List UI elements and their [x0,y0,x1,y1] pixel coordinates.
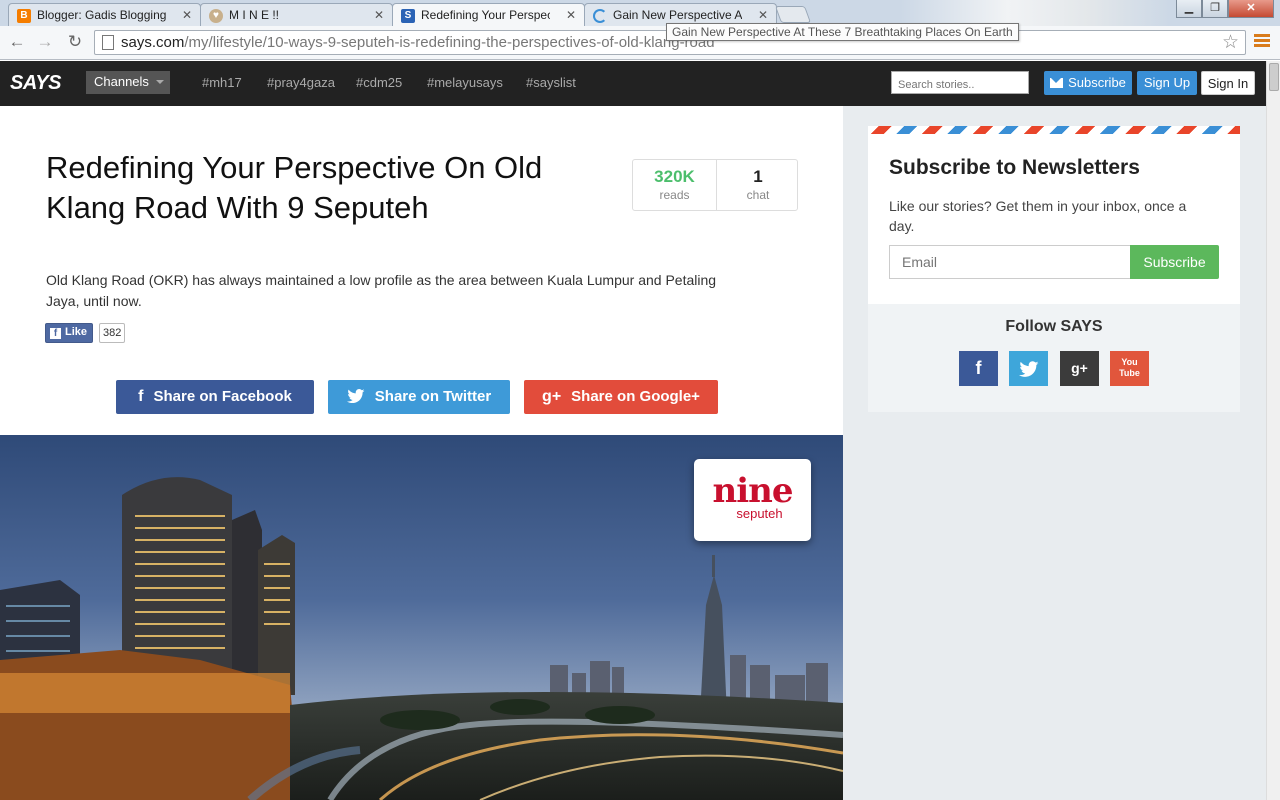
loading-icon [593,9,607,23]
tab-tooltip: Gain New Perspective At These 7 Breathta… [666,23,1019,41]
browser-tab-blogger[interactable]: B Blogger: Gadis Blogging Ge ✕ [8,3,201,26]
channels-label: Channels [94,74,149,89]
share-twitter-button[interactable]: Share on Twitter [328,380,510,414]
envelope-icon [1050,78,1064,88]
facebook-icon: f [50,328,61,339]
facebook-like-widget: f Like 382 [45,323,126,343]
nine-seputeh-logo: nine seputeh [694,459,811,541]
minimize-button[interactable]: ▁ [1176,0,1202,18]
hashtag-link[interactable]: #sayslist [526,75,576,90]
google-plus-icon: g+ [542,388,562,405]
facebook-like-button[interactable]: f Like [45,323,94,343]
reads-label: reads [659,188,690,202]
hashtag-link[interactable]: #melayusays [427,75,503,90]
chat-label: chat [746,188,770,202]
new-tab-button[interactable] [774,6,812,23]
facebook-icon[interactable]: f [959,351,998,386]
bookmark-star-icon[interactable]: ☆ [1222,31,1239,54]
article-title: Redefining Your Perspective On Old Klang… [46,150,543,225]
article-intro: Old Klang Road (OKR) has always maintain… [46,272,717,309]
youtube-icon[interactable]: You Tube [1110,351,1149,386]
chat-stat[interactable]: 1 chat [716,160,799,210]
sidebar: Subscribe to Newsletters Like our storie… [843,106,1266,800]
close-tab-icon[interactable]: ✕ [758,8,768,22]
article: Redefining Your Perspective On Old Klang… [0,106,843,800]
hashtag-link[interactable]: #pray4gaza [267,75,335,90]
scrollbar-thumb[interactable] [1269,63,1279,91]
site-navbar: SAYS Channels #mh17 #pray4gaza #cdm25 #m… [0,61,1266,106]
chat-count: 1 [753,167,763,186]
channels-dropdown[interactable]: Channels [86,71,170,94]
airmail-border [868,126,1240,134]
follow-section: Follow SAYS f g+ You Tube [868,304,1240,412]
share-google-plus-button[interactable]: g+ Share on Google+ [524,380,718,414]
search-input[interactable] [891,71,1029,94]
close-tab-icon[interactable]: ✕ [182,8,192,22]
browser-tab-mine[interactable]: ♥ M I N E !! ✕ [200,3,393,26]
newsletter-title: Subscribe to Newsletters [889,156,1140,179]
hero-image: nine seputeh [0,435,843,800]
newsletter-box: Subscribe to Newsletters Like our storie… [868,126,1240,412]
hashtag-link[interactable]: #cdm25 [356,75,402,90]
twitter-icon [346,380,365,414]
tab-title: Gain New Perspective At T [613,8,742,22]
browser-tab-bar: B Blogger: Gadis Blogging Ge ✕ ♥ M I N E… [0,0,1280,27]
back-arrow-icon[interactable]: ← [5,30,29,54]
reload-icon[interactable]: ↻ [63,30,87,54]
close-tab-icon[interactable]: ✕ [374,8,384,22]
url-text: says.com/my/lifestyle/10-ways-9-seputeh-… [121,34,715,51]
reads-count: 320K [654,167,695,186]
tab-title: M I N E !! [229,8,280,22]
browser-menu-icon[interactable] [1254,34,1270,50]
maximize-button[interactable]: ❐ [1202,0,1228,18]
chevron-down-icon [156,80,164,84]
email-field[interactable] [889,245,1131,279]
like-count: 382 [99,323,126,343]
tab-title: Redefining Your Perspective [421,8,550,22]
follow-title: Follow SAYS [1005,318,1103,335]
tab-title: Blogger: Gadis Blogging Ge [37,8,166,22]
google-plus-icon[interactable]: g+ [1060,351,1099,386]
page-scrollbar[interactable] [1266,61,1280,800]
subscribe-label: Subscribe [1068,75,1126,90]
hashtag-link[interactable]: #mh17 [202,75,242,90]
share-google-plus-label: Share on Google+ [571,388,700,405]
reads-stat: 320K reads [633,160,716,210]
close-tab-icon[interactable]: ✕ [566,8,576,22]
brand-name: nine [712,471,794,511]
browser-tab-says-active[interactable]: S Redefining Your Perspective ✕ [392,3,585,27]
says-icon: S [401,9,415,23]
says-logo[interactable]: SAYS [10,72,61,95]
share-twitter-label: Share on Twitter [374,388,492,405]
browser-toolbar: ← → ↻ says.com/my/lifestyle/10-ways-9-se… [0,26,1280,60]
newsletter-description: Like our stories? Get them in your inbox… [889,198,1187,234]
sign-up-button[interactable]: Sign Up [1137,71,1197,95]
blogger-icon: B [17,9,31,23]
like-label: Like [65,326,88,338]
subscribe-nav-button[interactable]: Subscribe [1044,71,1132,95]
twitter-icon[interactable] [1009,351,1048,386]
share-facebook-label: Share on Facebook [153,388,292,405]
sign-in-button[interactable]: Sign In [1201,71,1255,95]
heart-icon: ♥ [209,9,223,23]
article-stats: 320K reads 1 chat [632,159,798,211]
facebook-icon: f [138,388,144,405]
page-icon [102,35,114,50]
window-close-button[interactable]: ✕ [1228,0,1274,18]
newsletter-subscribe-button[interactable]: Subscribe [1130,245,1219,279]
forward-arrow-icon[interactable]: → [33,30,57,54]
share-facebook-button[interactable]: f Share on Facebook [116,380,314,414]
